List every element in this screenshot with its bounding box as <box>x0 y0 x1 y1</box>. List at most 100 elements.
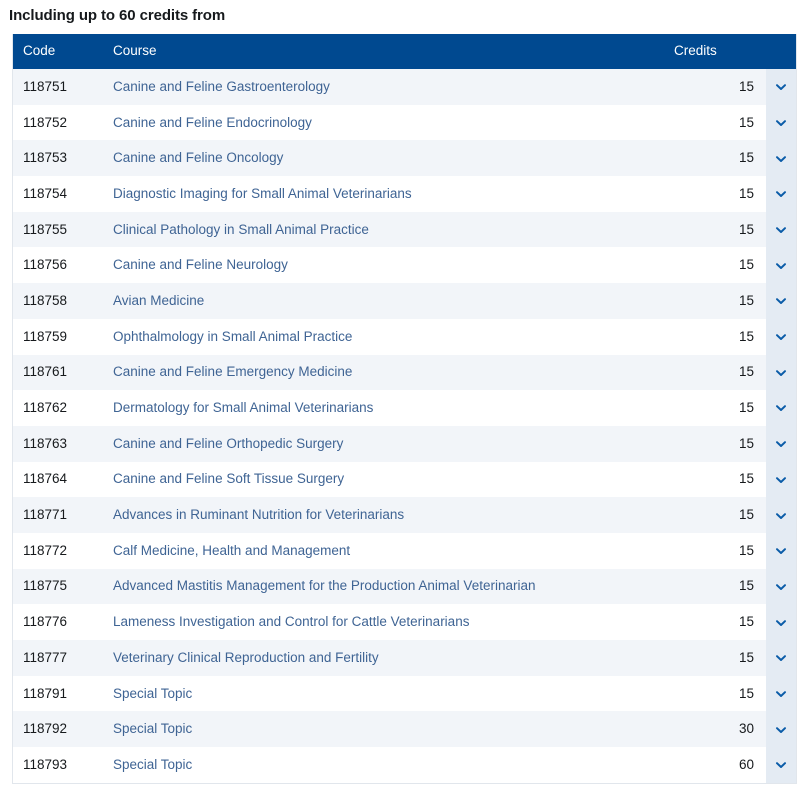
chevron-down-icon <box>774 651 788 665</box>
course-link[interactable]: Canine and Feline Oncology <box>113 150 283 165</box>
course-link[interactable]: Special Topic <box>113 721 192 736</box>
course-link[interactable]: Advances in Ruminant Nutrition for Veter… <box>113 507 404 522</box>
chevron-down-icon <box>774 580 788 594</box>
cell-course-name: Diagnostic Imaging for Small Animal Vete… <box>103 176 674 212</box>
course-link[interactable]: Lameness Investigation and Control for C… <box>113 614 469 629</box>
cell-credits: 15 <box>674 461 766 498</box>
expand-row-button[interactable] <box>766 640 796 676</box>
chevron-down-icon <box>774 294 788 308</box>
expand-row-button[interactable] <box>766 390 796 426</box>
expand-row-button[interactable] <box>766 675 796 712</box>
cell-credits: 15 <box>674 425 766 462</box>
cell-course-name: Canine and Feline Orthopedic Surgery <box>103 425 674 462</box>
course-link[interactable]: Advanced Mastitis Management for the Pro… <box>113 578 535 593</box>
chevron-down-icon <box>774 259 788 273</box>
table-row: 118775 Advanced Mastitis Management for t… <box>13 568 796 605</box>
table-row: 118756 Canine and Feline Neurology 15 <box>13 247 796 284</box>
chevron-down-icon <box>774 116 788 130</box>
expand-row-button[interactable] <box>766 140 796 177</box>
cell-course-code: 118756 <box>13 247 103 284</box>
course-link[interactable]: Clinical Pathology in Small Animal Pract… <box>113 222 369 237</box>
course-link[interactable]: Canine and Feline Neurology <box>113 257 288 272</box>
column-header-code: Code <box>13 34 103 69</box>
cell-course-name: Special Topic <box>103 747 674 783</box>
chevron-down-icon <box>774 616 788 630</box>
cell-credits: 60 <box>674 747 766 783</box>
cell-credits: 15 <box>674 69 766 105</box>
expand-row-button[interactable] <box>766 425 796 462</box>
table-row: 118752 Canine and Feline Endocrinology 15 <box>13 104 796 141</box>
expand-row-button[interactable] <box>766 318 796 355</box>
course-link[interactable]: Calf Medicine, Health and Management <box>113 543 350 558</box>
table-row: 118776 Lameness Investigation and Control… <box>13 604 796 640</box>
chevron-down-icon <box>774 687 788 701</box>
cell-credits: 15 <box>674 390 766 426</box>
chevron-down-icon <box>774 330 788 344</box>
chevron-down-icon <box>774 437 788 451</box>
cell-course-code: 118759 <box>13 318 103 355</box>
expand-row-button[interactable] <box>766 461 796 498</box>
cell-course-name: Veterinary Clinical Reproduction and Fer… <box>103 640 674 676</box>
cell-course-name: Canine and Feline Emergency Medicine <box>103 354 674 391</box>
cell-course-code: 118771 <box>13 497 103 533</box>
expand-row-button[interactable] <box>766 604 796 640</box>
course-link[interactable]: Canine and Feline Gastroenterology <box>113 79 330 94</box>
table-row: 118754 Diagnostic Imaging for Small Anima… <box>13 176 796 212</box>
course-link[interactable]: Canine and Feline Emergency Medicine <box>113 364 352 379</box>
course-list-page: Including up to 60 credits from Code Cou… <box>0 0 809 794</box>
table-header-row: Code Course Credits <box>13 34 796 69</box>
expand-row-button[interactable] <box>766 747 796 783</box>
cell-course-name: Ophthalmology in Small Animal Practice <box>103 318 674 355</box>
course-table-container: Code Course Credits 118751 Canine and Fel… <box>12 34 797 784</box>
expand-row-button[interactable] <box>766 283 796 319</box>
expand-row-button[interactable] <box>766 211 796 248</box>
table-row: 118771 Advances in Ruminant Nutrition for… <box>13 497 796 533</box>
cell-course-name: Canine and Feline Neurology <box>103 247 674 284</box>
course-table: Code Course Credits 118751 Canine and Fel… <box>13 34 796 783</box>
table-row: 118791 Special Topic 15 <box>13 675 796 712</box>
cell-course-name: Special Topic <box>103 711 674 748</box>
expand-row-button[interactable] <box>766 354 796 391</box>
expand-row-button[interactable] <box>766 497 796 533</box>
cell-course-name: Special Topic <box>103 675 674 712</box>
course-link[interactable]: Canine and Feline Orthopedic Surgery <box>113 436 343 451</box>
cell-course-code: 118776 <box>13 604 103 640</box>
expand-row-button[interactable] <box>766 532 796 569</box>
expand-row-button[interactable] <box>766 711 796 748</box>
course-link[interactable]: Ophthalmology in Small Animal Practice <box>113 329 352 344</box>
expand-row-button[interactable] <box>766 568 796 605</box>
course-link[interactable]: Special Topic <box>113 686 192 701</box>
cell-course-name: Avian Medicine <box>103 283 674 319</box>
expand-row-button[interactable] <box>766 247 796 284</box>
cell-course-name: Calf Medicine, Health and Management <box>103 532 674 569</box>
cell-course-code: 118755 <box>13 211 103 248</box>
cell-course-code: 118758 <box>13 283 103 319</box>
table-row: 118751 Canine and Feline Gastroenterology… <box>13 69 796 105</box>
table-row: 118759 Ophthalmology in Small Animal Prac… <box>13 318 796 355</box>
course-link[interactable]: Special Topic <box>113 757 192 772</box>
expand-row-button[interactable] <box>766 104 796 141</box>
table-row: 118753 Canine and Feline Oncology 15 <box>13 140 796 177</box>
expand-row-button[interactable] <box>766 176 796 212</box>
cell-course-code: 118761 <box>13 354 103 391</box>
expand-row-button[interactable] <box>766 69 796 105</box>
cell-credits: 15 <box>674 140 766 177</box>
cell-course-code: 118754 <box>13 176 103 212</box>
page-title: Including up to 60 credits from <box>9 7 226 24</box>
table-header: Code Course Credits <box>13 34 796 69</box>
course-link[interactable]: Dermatology for Small Animal Veterinaria… <box>113 400 373 415</box>
course-link[interactable]: Avian Medicine <box>113 293 204 308</box>
column-header-credits: Credits <box>674 34 766 69</box>
cell-credits: 15 <box>674 247 766 284</box>
cell-course-code: 118791 <box>13 675 103 712</box>
course-link[interactable]: Canine and Feline Soft Tissue Surgery <box>113 471 344 486</box>
cell-credits: 15 <box>674 604 766 640</box>
cell-course-code: 118764 <box>13 461 103 498</box>
course-link[interactable]: Canine and Feline Endocrinology <box>113 115 312 130</box>
cell-course-name: Advanced Mastitis Management for the Pro… <box>103 568 674 605</box>
cell-course-code: 118775 <box>13 568 103 605</box>
course-link[interactable]: Veterinary Clinical Reproduction and Fer… <box>113 650 379 665</box>
course-link[interactable]: Diagnostic Imaging for Small Animal Vete… <box>113 186 412 201</box>
cell-course-code: 118777 <box>13 640 103 676</box>
cell-credits: 15 <box>674 176 766 212</box>
